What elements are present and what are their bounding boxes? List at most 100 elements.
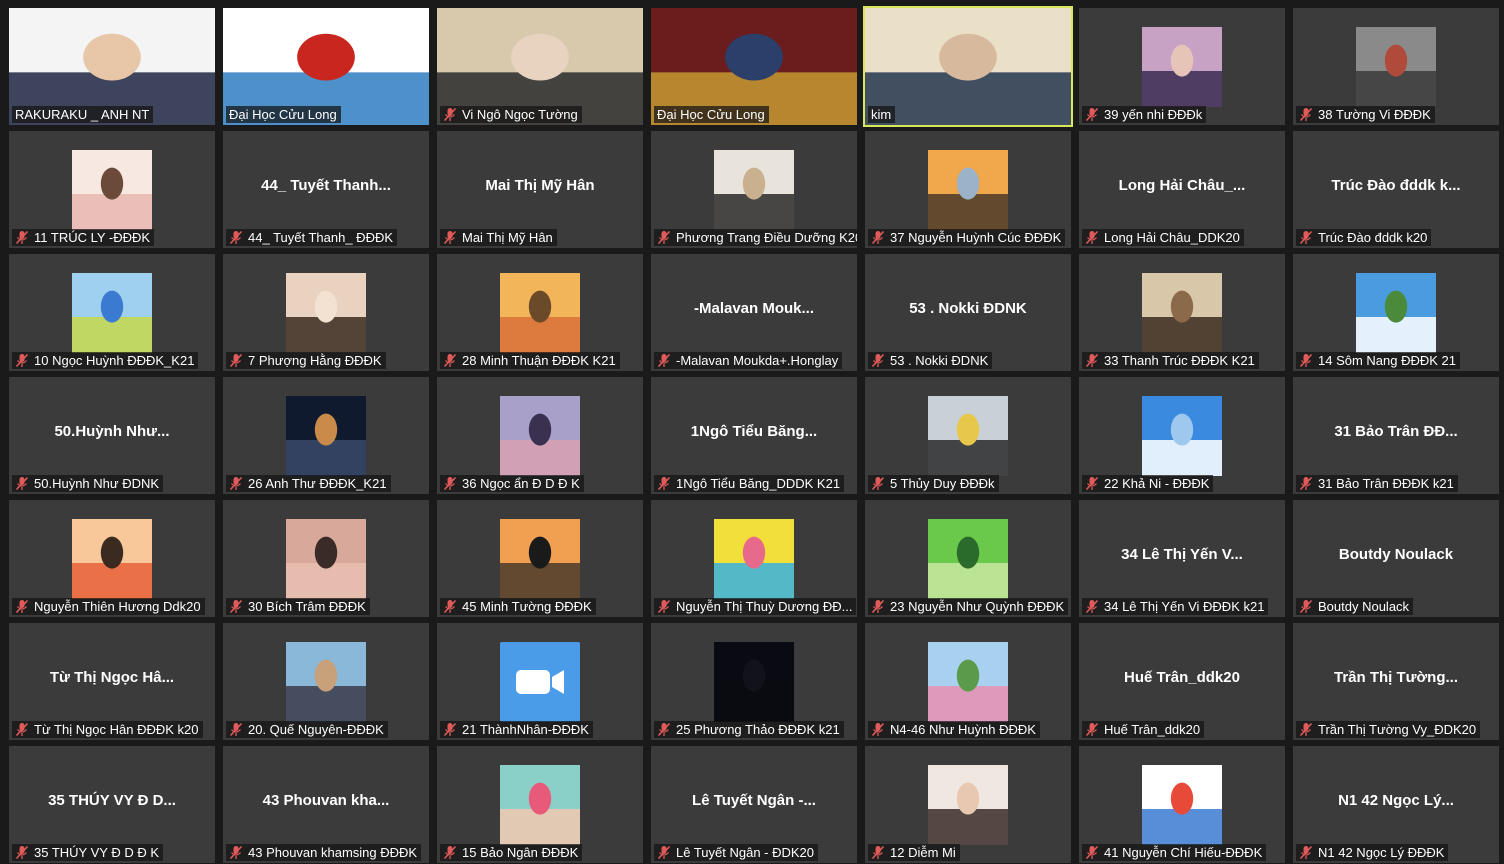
participant-name-label: 7 Phượng Hằng ĐĐĐK bbox=[226, 352, 386, 369]
participant-tile[interactable]: 14 Sôm Nang ĐĐĐK 21 bbox=[1293, 254, 1499, 371]
profile-picture bbox=[500, 519, 580, 599]
participant-name-text: 41 Nguyễn Chí Hiếu-ĐĐĐK bbox=[1104, 845, 1263, 860]
participant-tile[interactable]: 20. Quế Nguyên-ĐĐĐK bbox=[223, 623, 429, 740]
participant-name-text: Huế Trân_ddk20 bbox=[1104, 722, 1201, 737]
mic-muted-icon bbox=[657, 476, 671, 491]
participant-tile[interactable]: N1 42 Ngọc Lý... N1 42 Ngọc Lý ĐĐĐK bbox=[1293, 746, 1499, 863]
participant-tile[interactable]: 22 Khả Ni - ĐĐĐK bbox=[1079, 377, 1285, 494]
participant-name-label: Nguyễn Thị Thuỳ Dương ĐĐ... bbox=[654, 598, 857, 615]
profile-picture bbox=[286, 273, 366, 353]
participant-tile[interactable]: Phương Trang Điều Dưỡng K20 bbox=[651, 131, 857, 248]
participant-tile[interactable]: 39 yến nhi ĐĐĐk bbox=[1079, 8, 1285, 125]
participant-name-text: 5 Thủy Duy ĐĐĐk bbox=[890, 476, 995, 491]
participant-tile[interactable]: Đại Học Cửu Long bbox=[651, 8, 857, 125]
participant-tile[interactable]: Huế Trân_ddk20 Huế Trân_ddk20 bbox=[1079, 623, 1285, 740]
participant-tile[interactable]: 41 Nguyễn Chí Hiếu-ĐĐĐK bbox=[1079, 746, 1285, 863]
participant-name-label: Nguyễn Thiên Hương Ddk20 bbox=[12, 598, 205, 615]
mic-muted-icon bbox=[871, 722, 885, 737]
profile-picture bbox=[1142, 765, 1222, 845]
participant-name-text: 43 Phouvan khamsing ĐĐĐK bbox=[248, 845, 418, 860]
participant-name-text: 38 Tường Vi ĐĐĐK bbox=[1318, 107, 1431, 122]
participant-tile[interactable]: kim bbox=[863, 6, 1073, 127]
participant-tile[interactable]: Long Hải Châu_... Long Hải Châu_DDK20 bbox=[1079, 131, 1285, 248]
participant-tile[interactable]: 11 TRÚC LY -ĐĐĐK bbox=[9, 131, 215, 248]
participant-tile[interactable]: 5 Thủy Duy ĐĐĐk bbox=[865, 377, 1071, 494]
participant-name-label: 14 Sôm Nang ĐĐĐK 21 bbox=[1296, 352, 1461, 369]
participant-name-text: Phương Trang Điều Dưỡng K20 bbox=[676, 230, 857, 245]
participant-name-text: Lê Tuyết Ngân - ĐDK20 bbox=[676, 845, 815, 860]
participant-name-label: 1Ngô Tiểu Băng_DDDK K21 bbox=[654, 475, 845, 492]
profile-picture bbox=[714, 642, 794, 722]
participant-tile[interactable]: 10 Ngọc Huỳnh ĐĐĐK_K21 bbox=[9, 254, 215, 371]
participant-name-text: Trúc Đào đddk k20 bbox=[1318, 230, 1428, 245]
participant-tile[interactable]: 25 Phương Thảo ĐĐĐK k21 bbox=[651, 623, 857, 740]
participant-tile[interactable]: 43 Phouvan kha... 43 Phouvan khamsing ĐĐĐ… bbox=[223, 746, 429, 863]
participant-tile[interactable]: 15 Bảo Ngân ĐĐĐK bbox=[437, 746, 643, 863]
participant-tile[interactable]: 50.Huỳnh Như... 50.Huỳnh Như ĐDNK bbox=[9, 377, 215, 494]
mic-muted-icon bbox=[1299, 353, 1313, 368]
profile-picture bbox=[714, 519, 794, 599]
participant-name-text: 36 Ngọc ẩn Đ D Đ K bbox=[462, 476, 580, 491]
participant-tile[interactable]: 45 Minh Tường ĐĐĐK bbox=[437, 500, 643, 617]
participant-name-text: 14 Sôm Nang ĐĐĐK 21 bbox=[1318, 353, 1457, 368]
mic-muted-icon bbox=[15, 476, 29, 491]
participant-tile[interactable]: Nguyễn Thiên Hương Ddk20 bbox=[9, 500, 215, 617]
participant-name-label: 26 Anh Thư ĐĐĐK_K21 bbox=[226, 475, 391, 492]
participant-tile[interactable]: N4-46 Như Huỳnh ĐĐĐK bbox=[865, 623, 1071, 740]
participant-name-label: 25 Phương Thảo ĐĐĐK k21 bbox=[654, 721, 844, 738]
participant-tile[interactable]: 23 Nguyễn Như Quỳnh ĐĐĐK bbox=[865, 500, 1071, 617]
participant-tile[interactable]: 1Ngô Tiểu Băng... 1Ngô Tiểu Băng_DDDK K21 bbox=[651, 377, 857, 494]
participant-tile[interactable]: 44_ Tuyết Thanh... 44_ Tuyết Thanh_ ĐĐĐK bbox=[223, 131, 429, 248]
participant-tile[interactable]: 12 Diễm Mi bbox=[865, 746, 1071, 863]
participant-name-label: 23 Nguyễn Như Quỳnh ĐĐĐK bbox=[868, 598, 1069, 615]
participant-display-name: Trúc Đào đddk k... bbox=[1331, 177, 1461, 194]
participant-name-label: Trúc Đào đddk k20 bbox=[1296, 229, 1432, 246]
participant-tile[interactable]: Trần Thị Tường... Trần Thị Tường Vy_ĐDK20 bbox=[1293, 623, 1499, 740]
mic-muted-icon bbox=[657, 722, 671, 737]
participant-display-name: 53 . Nokki ĐDNK bbox=[909, 300, 1027, 317]
participant-tile[interactable]: 21 ThànhNhân-ĐĐĐK bbox=[437, 623, 643, 740]
participant-tile[interactable]: 35 THÚY VY Đ D... 35 THÚY VY Đ D Đ K bbox=[9, 746, 215, 863]
participant-tile[interactable]: Boutdy Noulack Boutdy Noulack bbox=[1293, 500, 1499, 617]
participant-tile[interactable]: Mai Thị Mỹ Hân Mai Thị Mỹ Hân bbox=[437, 131, 643, 248]
participant-tile[interactable]: RAKURAKU _ ANH NT bbox=[9, 8, 215, 125]
participant-display-name: Trần Thị Tường... bbox=[1333, 669, 1459, 686]
participant-tile[interactable]: Trúc Đào đddk k... Trúc Đào đddk k20 bbox=[1293, 131, 1499, 248]
participant-tile[interactable]: 7 Phượng Hằng ĐĐĐK bbox=[223, 254, 429, 371]
participant-name-text: 25 Phương Thảo ĐĐĐK k21 bbox=[676, 722, 840, 737]
participant-tile[interactable]: -Malavan Mouk... -Malavan Moukda+.Honglay bbox=[651, 254, 857, 371]
participant-display-name: 1Ngô Tiểu Băng... bbox=[690, 423, 818, 440]
participant-name-text: Đại Học Cửu Long bbox=[229, 107, 337, 122]
participant-tile[interactable]: Từ Thị Ngọc Hâ... Từ Thị Ngọc Hân ĐĐĐK k2… bbox=[9, 623, 215, 740]
participant-tile[interactable]: 34 Lê Thị Yến V... 34 Lê Thị Yến Vi ĐĐĐK … bbox=[1079, 500, 1285, 617]
participant-name-label: 44_ Tuyết Thanh_ ĐĐĐK bbox=[226, 229, 398, 246]
participant-tile[interactable]: 37 Nguyễn Huỳnh Cúc ĐĐĐK bbox=[865, 131, 1071, 248]
participant-tile[interactable]: 30 Bích Trâm ĐĐĐK bbox=[223, 500, 429, 617]
participant-name-text: Mai Thị Mỹ Hân bbox=[462, 230, 553, 245]
participant-tile[interactable]: 53 . Nokki ĐDNK 53 . Nokki ĐDNK bbox=[865, 254, 1071, 371]
participant-display-name: -Malavan Mouk... bbox=[693, 300, 815, 317]
participant-name-label: kim bbox=[868, 106, 896, 123]
participant-tile[interactable]: 36 Ngọc ẩn Đ D Đ K bbox=[437, 377, 643, 494]
participant-tile[interactable]: Vi Ngô Ngọc Tường bbox=[437, 8, 643, 125]
participant-tile[interactable]: 31 Bảo Trân ĐĐ... 31 Bảo Trân ĐĐĐK k21 bbox=[1293, 377, 1499, 494]
participant-display-name: Lê Tuyết Ngân -... bbox=[692, 792, 816, 809]
mic-muted-icon bbox=[1299, 599, 1313, 614]
participant-name-text: 1Ngô Tiểu Băng_DDDK K21 bbox=[676, 476, 841, 491]
participant-tile[interactable]: 26 Anh Thư ĐĐĐK_K21 bbox=[223, 377, 429, 494]
participant-tile[interactable]: 33 Thanh Trúc ĐĐĐK K21 bbox=[1079, 254, 1285, 371]
participant-tile[interactable]: 38 Tường Vi ĐĐĐK bbox=[1293, 8, 1499, 125]
participant-tile[interactable]: 28 Minh Thuận ĐĐĐK K21 bbox=[437, 254, 643, 371]
participant-name-label: Từ Thị Ngọc Hân ĐĐĐK k20 bbox=[12, 721, 203, 738]
participant-tile[interactable]: Lê Tuyết Ngân -... Lê Tuyết Ngân - ĐDK20 bbox=[651, 746, 857, 863]
participant-tile[interactable]: Nguyễn Thị Thuỳ Dương ĐĐ... bbox=[651, 500, 857, 617]
mic-muted-icon bbox=[15, 845, 29, 860]
participant-name-text: 50.Huỳnh Như ĐDNK bbox=[34, 476, 160, 491]
participant-display-name: 44_ Tuyết Thanh... bbox=[261, 177, 391, 194]
mic-muted-icon bbox=[1299, 107, 1313, 122]
mic-muted-icon bbox=[15, 722, 29, 737]
participant-tile[interactable]: Đại Học Cửu Long bbox=[223, 8, 429, 125]
participant-name-text: 21 ThànhNhân-ĐĐĐK bbox=[462, 722, 589, 737]
participant-name-text: Vi Ngô Ngọc Tường bbox=[462, 107, 578, 122]
profile-picture bbox=[928, 150, 1008, 230]
